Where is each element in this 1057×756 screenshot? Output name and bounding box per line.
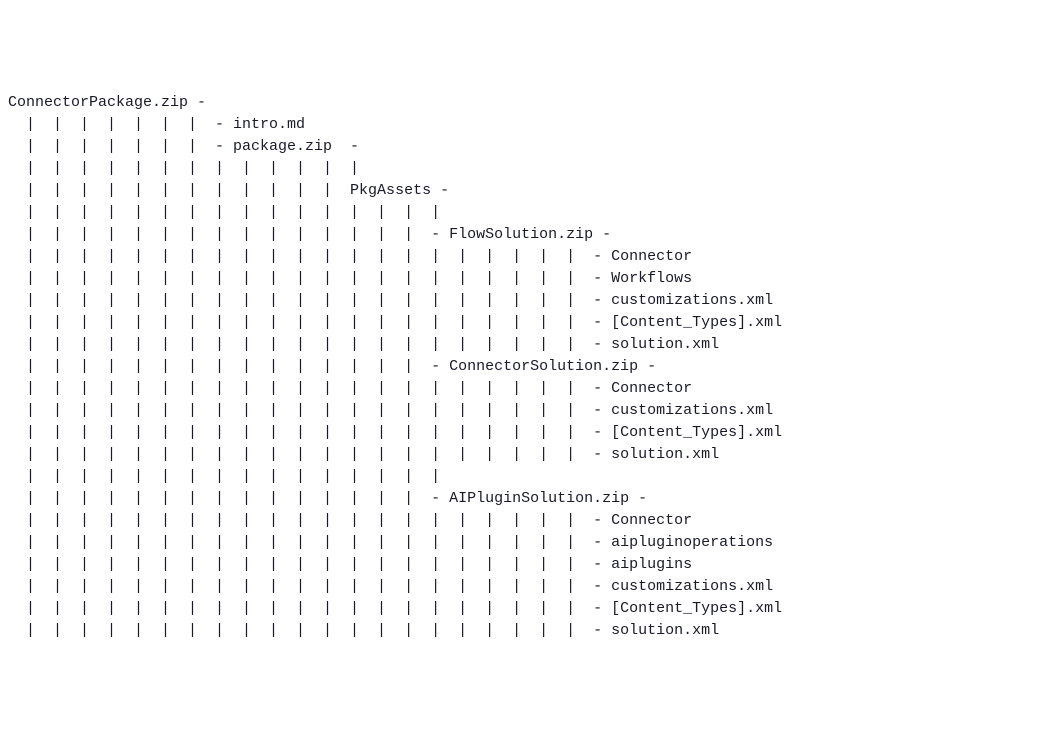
- tree-row: | | | | | | | | | | | | | | | | | | | | …: [8, 378, 1049, 400]
- tree-row: | | | | | | | - package.zip -: [8, 136, 1049, 158]
- tree-row: ConnectorPackage.zip -: [8, 92, 1049, 114]
- tree-row: | | | | | | | | | | | | | | | |: [8, 466, 1049, 488]
- tree-row: | | | | | | | | | | | | PkgAssets -: [8, 180, 1049, 202]
- tree-row: | | | | | | | | | | | | | | | - FlowSolu…: [8, 224, 1049, 246]
- tree-row: | | | | | | | | | | | | | | | | | | | | …: [8, 334, 1049, 356]
- tree-row: | | | | | | | | | | | | | | | | | | | | …: [8, 422, 1049, 444]
- tree-row: | | | | | | | | | | | | | | | | | | | | …: [8, 598, 1049, 620]
- tree-row: | | | | | | | | | | | | | | | | | | | | …: [8, 400, 1049, 422]
- tree-row: | | | | | | | | | | | | | | | | | | | | …: [8, 290, 1049, 312]
- tree-row: | | | | | | | | | | | | | | | | | | | | …: [8, 554, 1049, 576]
- tree-row: | | | | | | | | | | | | |: [8, 158, 1049, 180]
- tree-row: | | | | | | | | | | | | | | | | | | | | …: [8, 246, 1049, 268]
- tree-row: | | | | | | | | | | | | | | | | | | | | …: [8, 532, 1049, 554]
- tree-row: | | | | | | | | | | | | | | | | | | | | …: [8, 576, 1049, 598]
- tree-row: | | | | | | | | | | | | | | | |: [8, 202, 1049, 224]
- tree-row: | | | | | | | | | | | | | | | | | | | | …: [8, 510, 1049, 532]
- tree-row: | | | | | | | - intro.md: [8, 114, 1049, 136]
- tree-row: | | | | | | | | | | | | | | | | | | | | …: [8, 312, 1049, 334]
- tree-row: | | | | | | | | | | | | | | | | | | | | …: [8, 268, 1049, 290]
- tree-row: | | | | | | | | | | | | | | | | | | | | …: [8, 444, 1049, 466]
- tree-row: | | | | | | | | | | | | | | | - Connecto…: [8, 356, 1049, 378]
- tree-row: | | | | | | | | | | | | | | | - AIPlugin…: [8, 488, 1049, 510]
- tree-view: ConnectorPackage.zip - | | | | | | | - i…: [8, 92, 1049, 642]
- tree-row: | | | | | | | | | | | | | | | | | | | | …: [8, 620, 1049, 642]
